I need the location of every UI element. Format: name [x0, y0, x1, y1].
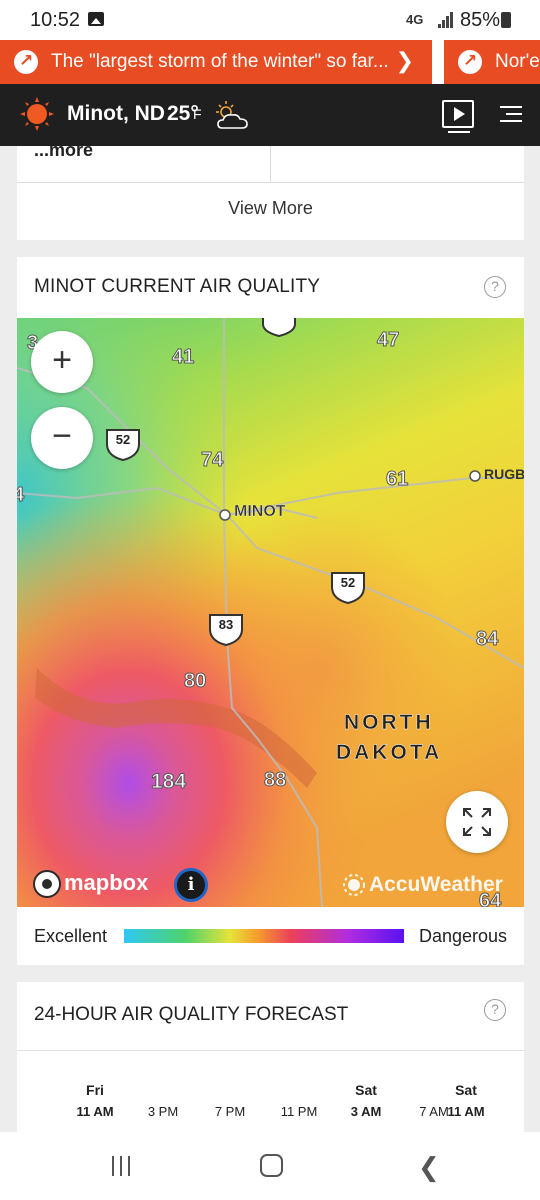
battery-percent: 85% — [460, 9, 501, 31]
signal-icon — [438, 12, 454, 28]
previous-card: ...more View More — [17, 140, 524, 240]
divider — [17, 182, 524, 183]
divider — [270, 146, 271, 182]
forecast-time: 3 PM — [147, 1104, 179, 1119]
zoom-in-button[interactable]: + — [31, 331, 93, 393]
road-number: 84 — [475, 628, 499, 651]
arrow-up-right-icon — [14, 50, 38, 74]
legend-high-label: Dangerous — [419, 926, 508, 946]
air-quality-card: MINOT CURRENT AIR QUALITY ? 41 47 74 61 … — [17, 257, 524, 965]
more-link[interactable]: ...more — [34, 140, 93, 161]
route-shield-label: 83 — [218, 617, 234, 632]
legend-low-label: Excellent — [34, 926, 108, 946]
road-number: 4 — [17, 484, 25, 507]
forecast-card: 24-HOUR AIR QUALITY FORECAST ? Fri 11 AM… — [17, 982, 524, 1132]
video-button[interactable] — [442, 100, 474, 133]
app-header: Minot, ND 25° F — [0, 84, 540, 146]
news-headline: The "largest storm of the winter" so far… — [51, 51, 389, 72]
divider — [17, 1050, 524, 1051]
temperature-unit: F — [193, 106, 202, 122]
forecast-time: 3 AM — [350, 1104, 382, 1119]
road-number: 184 — [150, 770, 187, 794]
forecast-day: Sat — [455, 1082, 477, 1098]
road-number: 80 — [183, 670, 207, 693]
news-headline: Nor'ea — [495, 51, 540, 72]
forecast-day — [215, 1082, 245, 1098]
info-icon[interactable]: i — [174, 868, 208, 902]
back-icon[interactable]: ❮ — [418, 1152, 440, 1183]
forecast-time: 7 AM — [419, 1104, 449, 1119]
accuweather-watermark: AccuWeather — [369, 873, 503, 896]
forecast-day — [281, 1082, 318, 1098]
forecast-title: 24-HOUR AIR QUALITY FORECAST — [34, 1004, 349, 1025]
home-icon[interactable] — [260, 1154, 283, 1177]
arrow-up-right-icon — [458, 50, 482, 74]
menu-icon[interactable] — [500, 106, 522, 122]
city-label-rugby: RUGBY — [484, 466, 524, 482]
forecast-slot[interactable]: 3 PM — [148, 1082, 178, 1119]
forecast-day — [148, 1082, 178, 1098]
forecast-slot[interactable]: 7 AM — [419, 1082, 449, 1119]
status-bar: 10:52 4G 85% — [0, 0, 540, 40]
partly-cloudy-icon — [216, 101, 248, 129]
help-icon[interactable]: ? — [484, 999, 506, 1021]
forecast-time: 7 PM — [214, 1104, 246, 1119]
news-ticker: The "largest storm of the winter" so far… — [0, 40, 540, 84]
chevron-right-icon: ❯ — [395, 48, 414, 73]
location-name[interactable]: Minot, ND — [67, 102, 165, 126]
zoom-out-button[interactable]: − — [31, 407, 93, 469]
view-more-button[interactable]: View More — [17, 198, 524, 219]
air-quality-map[interactable]: 41 47 74 61 84 80 88 184 64 3 4 52 52 83… — [17, 318, 524, 907]
forecast-slot[interactable]: 7 PM — [215, 1082, 245, 1119]
forecast-time: 11 AM — [76, 1104, 114, 1119]
expand-icon — [463, 808, 491, 836]
aqi-color-scale — [124, 929, 404, 943]
news-ticker-item[interactable]: The "largest storm of the winter" so far… — [0, 40, 432, 84]
forecast-time: 11 AM — [447, 1104, 485, 1119]
recents-icon[interactable] — [110, 1156, 132, 1176]
road-number: 61 — [385, 468, 409, 491]
forecast-slot[interactable]: Sat 3 AM — [351, 1082, 382, 1119]
state-label: DAKOTA — [336, 741, 443, 764]
road-number: 74 — [200, 449, 224, 472]
mapbox-logo-icon — [33, 870, 61, 898]
route-shield-label: 52 — [115, 432, 131, 447]
forecast-day — [419, 1082, 449, 1098]
help-icon[interactable]: ? — [484, 276, 506, 298]
expand-map-button[interactable] — [446, 791, 508, 853]
forecast-slot[interactable]: 11 PM — [281, 1082, 318, 1119]
network-indicator: 4G — [406, 12, 424, 27]
mapbox-label: mapbox — [64, 870, 149, 895]
forecast-time: 11 PM — [280, 1104, 318, 1119]
air-quality-title: MINOT CURRENT AIR QUALITY — [34, 276, 321, 297]
system-nav-bar: ❮ — [0, 1132, 540, 1200]
status-time: 10:52 — [30, 9, 81, 31]
state-label: NORTH — [344, 711, 434, 734]
city-label-minot: MINOT — [234, 503, 286, 520]
road-number: 41 — [171, 346, 195, 369]
forecast-day: Sat — [355, 1082, 377, 1098]
battery-icon — [501, 12, 511, 28]
forecast-slot[interactable]: Sat 11 AM — [447, 1082, 484, 1119]
road-number: 88 — [263, 769, 287, 792]
news-ticker-item[interactable]: Nor'ea — [444, 40, 540, 84]
forecast-day: Fri — [86, 1082, 104, 1098]
route-shield-label: 52 — [340, 575, 356, 590]
accuweather-sun-logo[interactable] — [20, 97, 54, 131]
road-number: 47 — [376, 329, 400, 352]
forecast-slot[interactable]: Fri 11 AM — [76, 1082, 113, 1119]
gallery-icon — [88, 12, 104, 26]
